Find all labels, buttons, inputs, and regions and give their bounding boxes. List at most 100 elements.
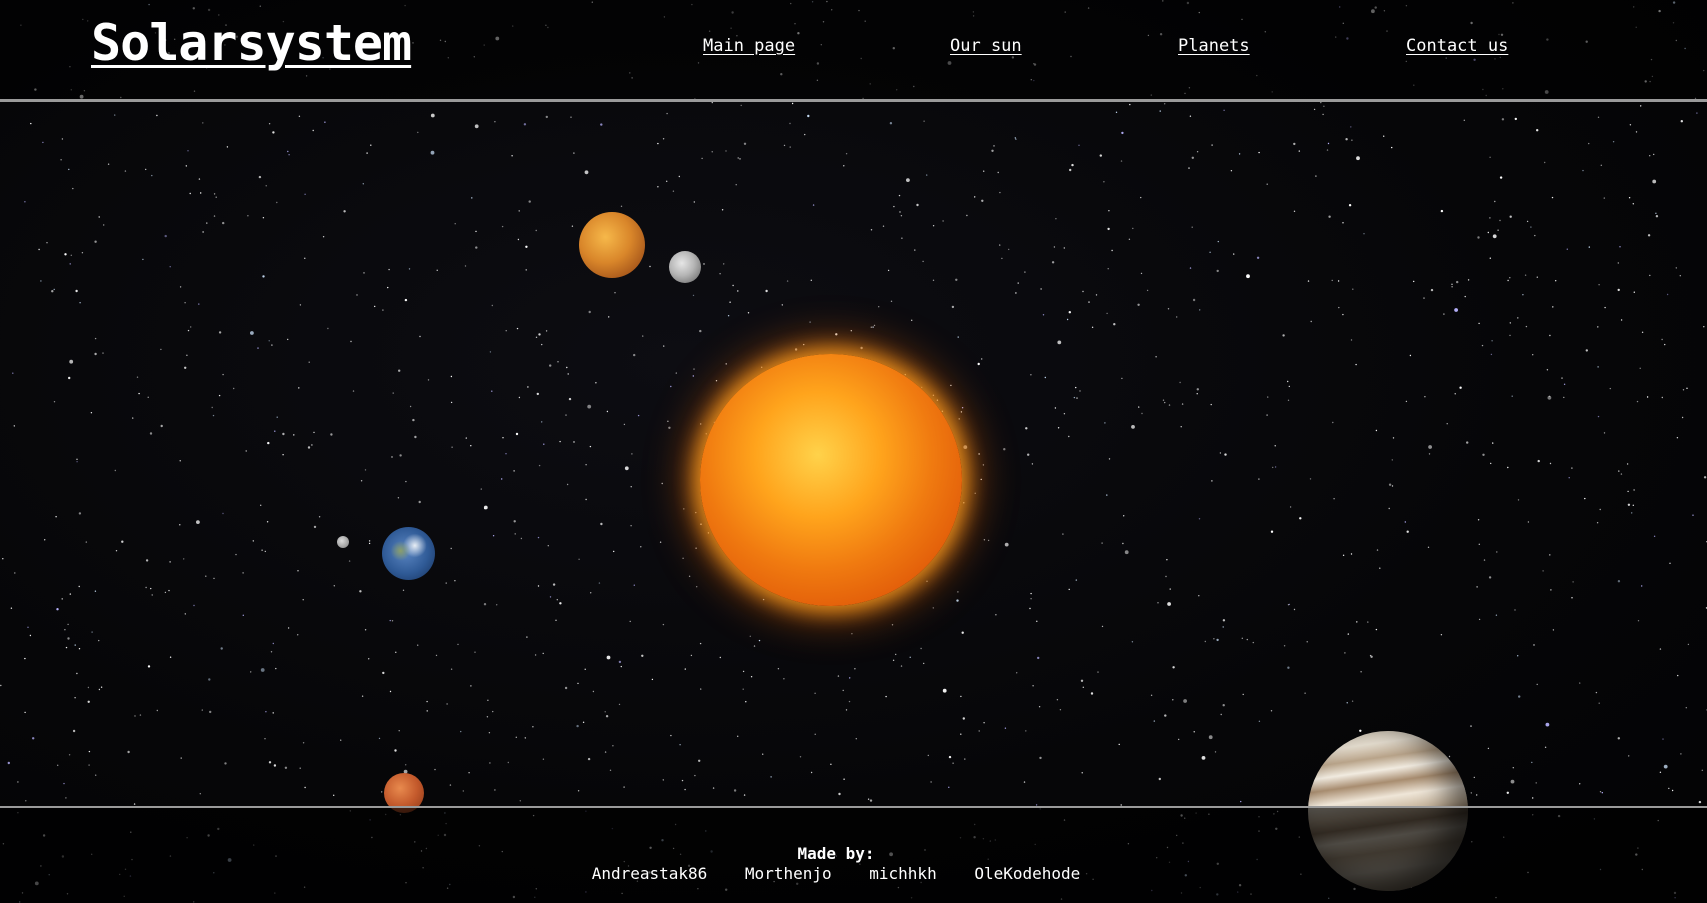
star [1534, 234, 1536, 237]
star [44, 539, 46, 541]
nav-link-planets[interactable]: Planets [1178, 36, 1250, 56]
star [630, 525, 632, 527]
star [392, 392, 394, 394]
star [450, 668, 453, 670]
nav-link-main-page[interactable]: Main page [703, 36, 795, 56]
star [1063, 247, 1066, 249]
star [1040, 288, 1042, 290]
star [1531, 761, 1533, 764]
star [427, 379, 430, 381]
star [398, 369, 401, 372]
star [78, 512, 82, 515]
star [1514, 609, 1516, 611]
star [851, 633, 853, 635]
star [394, 749, 397, 752]
star [678, 175, 680, 178]
star [927, 754, 929, 757]
star [272, 642, 274, 645]
star [1637, 620, 1640, 622]
star [1363, 233, 1365, 235]
star [890, 300, 893, 302]
star [1601, 792, 1604, 794]
star [1196, 151, 1199, 153]
star [268, 761, 272, 764]
star [1376, 549, 1379, 551]
star [147, 665, 151, 668]
star [1627, 490, 1629, 493]
star [1517, 655, 1519, 657]
star [313, 525, 317, 529]
star [208, 678, 211, 681]
star [501, 478, 503, 480]
star [1482, 453, 1485, 456]
star [1066, 318, 1069, 321]
star [262, 217, 265, 219]
star [75, 289, 78, 293]
star [1454, 308, 1458, 312]
star [1213, 638, 1215, 640]
star [60, 159, 62, 161]
star [618, 703, 621, 706]
star [727, 315, 730, 317]
star [892, 659, 895, 661]
star [53, 401, 56, 403]
sun-image [700, 354, 962, 606]
star [835, 333, 838, 336]
star [604, 751, 607, 753]
star [559, 440, 561, 443]
star [17, 781, 19, 783]
star [556, 599, 558, 601]
star [911, 319, 913, 321]
star [61, 138, 64, 140]
star [0, 684, 2, 687]
star [1201, 756, 1206, 760]
star [184, 613, 186, 615]
star [492, 535, 495, 537]
star [114, 469, 117, 472]
star [79, 302, 81, 304]
star [2, 558, 4, 560]
nav-link-contact-us[interactable]: Contact us [1406, 36, 1508, 56]
star [1337, 280, 1340, 282]
star [605, 715, 609, 718]
star [1270, 710, 1273, 712]
star [812, 204, 815, 206]
star [1423, 297, 1425, 299]
star [1701, 769, 1704, 771]
star [304, 193, 306, 195]
star [224, 762, 227, 765]
star [42, 141, 44, 144]
star [1004, 542, 1009, 547]
star [1628, 755, 1630, 757]
star [1509, 215, 1512, 218]
star [633, 353, 636, 357]
star [366, 152, 368, 154]
star [1209, 251, 1211, 253]
main-nav: Main page Our sun Planets Contact us [0, 36, 1707, 60]
star [942, 220, 944, 222]
star [1653, 535, 1656, 537]
star [1428, 453, 1431, 455]
star [745, 701, 747, 703]
star [613, 550, 615, 553]
star [180, 757, 182, 759]
star [1346, 702, 1348, 704]
star [78, 585, 80, 588]
star [1120, 160, 1123, 162]
star [922, 260, 924, 263]
star [923, 662, 925, 665]
star [559, 602, 562, 605]
star [1267, 396, 1269, 398]
star [737, 290, 739, 292]
star [1176, 316, 1178, 318]
star [683, 508, 685, 510]
star [898, 194, 901, 197]
star [486, 716, 489, 718]
star [190, 326, 192, 328]
star [698, 759, 701, 762]
star [1596, 522, 1599, 524]
star [1526, 220, 1529, 223]
star [981, 358, 983, 360]
nav-link-our-sun[interactable]: Our sun [950, 36, 1022, 56]
star [657, 186, 659, 188]
